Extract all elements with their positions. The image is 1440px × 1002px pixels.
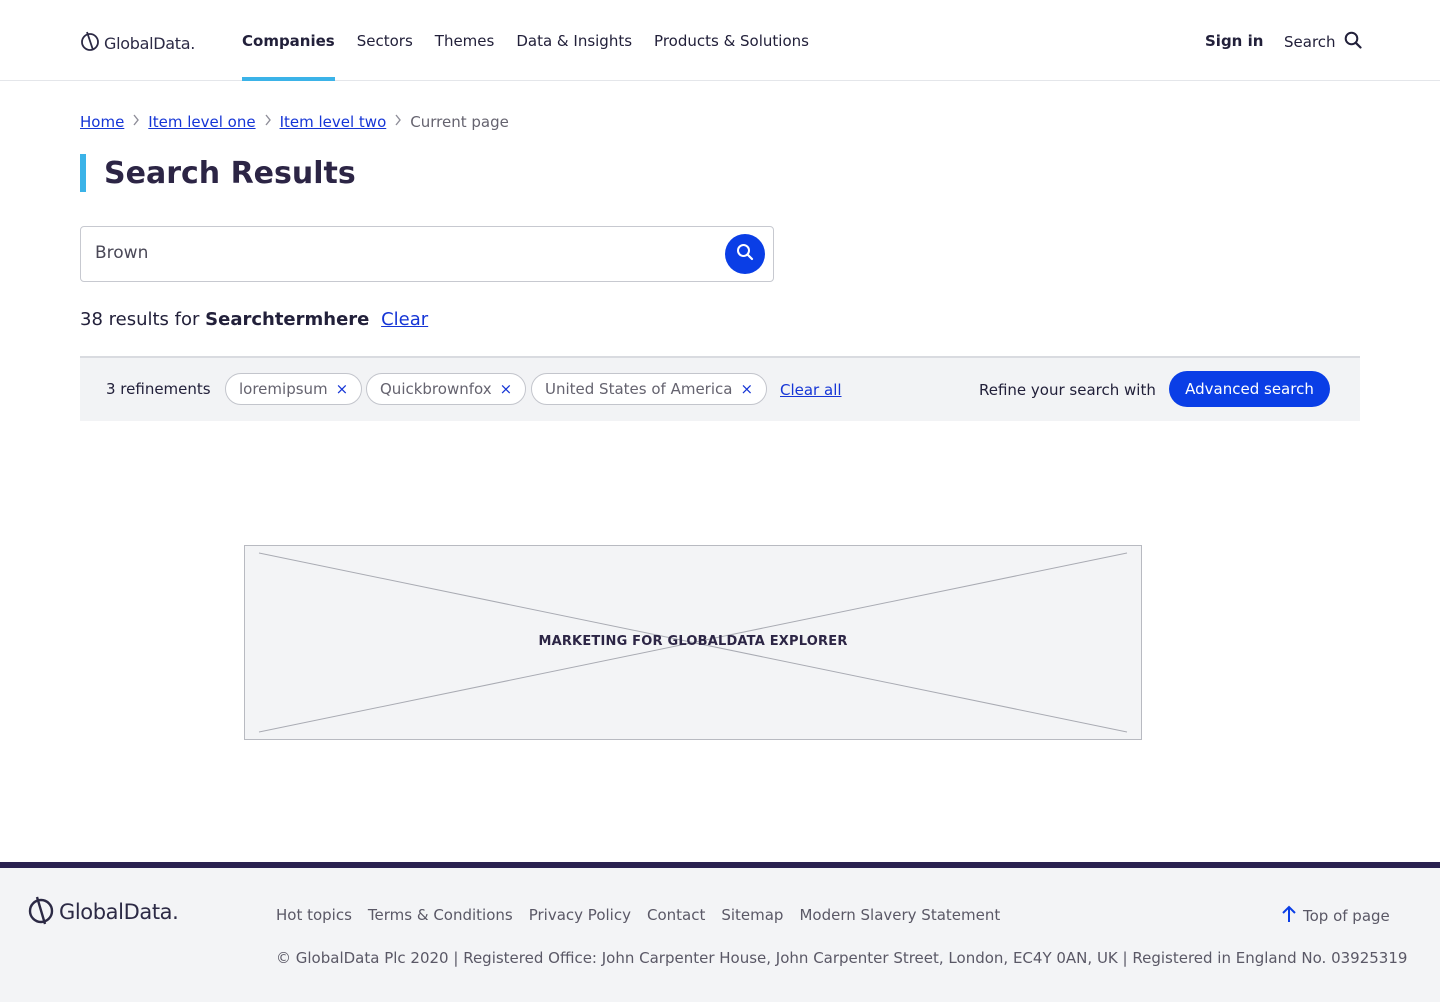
nav-item-products-solutions[interactable]: Products & Solutions xyxy=(654,0,809,81)
results-summary: 38 results for Searchtermhere Clear xyxy=(80,309,428,330)
footer-link-hot-topics[interactable]: Hot topics xyxy=(276,906,352,924)
breadcrumb: Home Item level one Item level two Curre… xyxy=(80,113,509,131)
footer-logo-text: GlobalData. xyxy=(59,900,179,924)
footer-link-modern-slavery[interactable]: Modern Slavery Statement xyxy=(799,906,1000,924)
globaldata-logo-icon xyxy=(80,30,100,56)
refinement-chip-label: Quickbrownfox xyxy=(380,380,492,398)
marketing-text: MARKETING FOR GLOBALDATA EXPLORER xyxy=(538,634,848,649)
search-box xyxy=(80,226,774,282)
refinement-chip[interactable]: loremipsum × xyxy=(225,373,363,405)
refinement-chip[interactable]: Quickbrownfox × xyxy=(366,373,527,405)
breadcrumb-item-level-one[interactable]: Item level one xyxy=(148,113,255,131)
chevron-right-icon xyxy=(386,114,410,130)
breadcrumb-current: Current page xyxy=(410,113,509,131)
refine-label: Refine your search with xyxy=(979,381,1156,399)
globaldata-logo-icon xyxy=(27,894,55,930)
search-submit-button[interactable] xyxy=(725,234,765,274)
refinements-count: 3 refinements xyxy=(106,380,211,398)
header-search-button[interactable]: Search xyxy=(1284,31,1362,53)
footer-link-privacy[interactable]: Privacy Policy xyxy=(529,906,631,924)
nav-item-sectors[interactable]: Sectors xyxy=(357,0,413,81)
main-nav: Companies Sectors Themes Data & Insights… xyxy=(242,0,831,81)
nav-item-themes[interactable]: Themes xyxy=(435,0,495,81)
chevron-right-icon xyxy=(256,114,280,130)
results-count: 38 results for xyxy=(80,309,200,330)
nav-item-companies[interactable]: Companies xyxy=(242,0,335,81)
breadcrumb-home[interactable]: Home xyxy=(80,113,124,131)
search-input[interactable] xyxy=(95,243,695,263)
search-icon xyxy=(1344,31,1362,53)
refinement-chip-label: loremipsum xyxy=(239,380,328,398)
advanced-search-button[interactable]: Advanced search xyxy=(1169,371,1330,407)
chevron-right-icon xyxy=(124,114,148,130)
clear-search-link[interactable]: Clear xyxy=(381,309,428,330)
page-title: Search Results xyxy=(104,155,356,191)
nav-item-data-insights[interactable]: Data & Insights xyxy=(516,0,632,81)
arrow-up-icon xyxy=(1281,905,1297,927)
sign-in-link[interactable]: Sign in xyxy=(1205,32,1263,50)
breadcrumb-item-level-two[interactable]: Item level two xyxy=(280,113,387,131)
close-icon[interactable]: × xyxy=(500,380,513,398)
clear-all-link[interactable]: Clear all xyxy=(780,381,842,399)
marketing-placeholder: MARKETING FOR GLOBALDATA EXPLORER xyxy=(244,545,1142,740)
footer-links: Hot topics Terms & Conditions Privacy Po… xyxy=(276,906,1016,924)
footer-link-contact[interactable]: Contact xyxy=(647,906,705,924)
site-header: GlobalData. Companies Sectors Themes Dat… xyxy=(0,0,1440,81)
footer-link-terms[interactable]: Terms & Conditions xyxy=(368,906,513,924)
page-title-block: Search Results xyxy=(80,154,356,192)
top-of-page-link[interactable]: Top of page xyxy=(1281,905,1390,927)
search-icon xyxy=(736,243,754,265)
refinement-chip[interactable]: United States of America × xyxy=(531,373,768,405)
top-of-page-label: Top of page xyxy=(1303,907,1390,925)
header-search-label: Search xyxy=(1284,33,1336,51)
refinements-bar: 3 refinements loremipsum × Quickbrownfox… xyxy=(80,356,1360,421)
footer-link-sitemap[interactable]: Sitemap xyxy=(721,906,783,924)
footer-globaldata-logo[interactable]: GlobalData. xyxy=(27,894,179,930)
site-footer: GlobalData. Hot topics Terms & Condition… xyxy=(0,862,1440,1002)
title-accent-bar xyxy=(80,154,86,192)
results-term: Searchtermhere xyxy=(205,309,370,330)
close-icon[interactable]: × xyxy=(740,380,753,398)
globaldata-logo[interactable]: GlobalData. xyxy=(80,30,195,56)
logo-text: GlobalData. xyxy=(104,33,196,53)
refinement-chip-label: United States of America xyxy=(545,380,733,398)
copyright-text: © GlobalData Plc 2020 | Registered Offic… xyxy=(276,949,1408,967)
close-icon[interactable]: × xyxy=(336,380,349,398)
